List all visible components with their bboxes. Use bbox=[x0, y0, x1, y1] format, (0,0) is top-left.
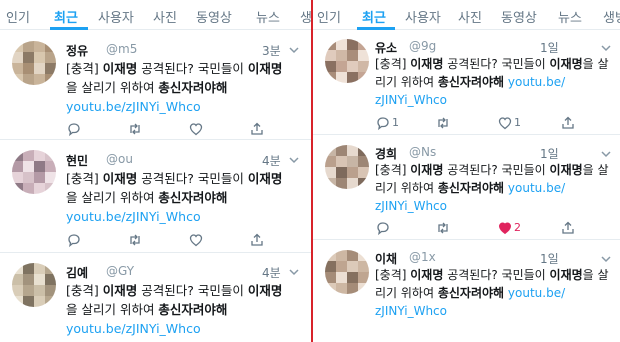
user-name[interactable]: 경희 bbox=[375, 145, 397, 162]
retweet-icon[interactable] bbox=[435, 115, 451, 131]
tweet-time: 4분 bbox=[262, 266, 281, 280]
tweet-actions bbox=[66, 121, 286, 137]
tweet-link-cont[interactable]: zJINYi_Whco bbox=[375, 199, 447, 213]
tab-photos[interactable]: 사진 bbox=[458, 7, 482, 26]
tweet-time: 4분 bbox=[262, 154, 281, 168]
tweet-actions: 2 bbox=[375, 220, 595, 236]
tab-latest[interactable]: 최근 bbox=[54, 7, 78, 26]
active-tab-indicator bbox=[50, 27, 88, 30]
tweet-link[interactable]: youtu.be/zJINYi_Whco bbox=[66, 321, 201, 336]
chevron-down-icon[interactable] bbox=[600, 254, 612, 264]
tab-people[interactable]: 사용자 bbox=[405, 7, 441, 26]
chevron-down-icon[interactable] bbox=[288, 155, 300, 165]
reply-icon[interactable] bbox=[375, 220, 391, 236]
avatar bbox=[12, 263, 56, 307]
tweet-time: 3분 bbox=[262, 44, 281, 58]
tweet-link-cont[interactable]: zJINYi_Whco bbox=[375, 304, 447, 318]
tab-popular[interactable]: 인기 bbox=[6, 7, 30, 26]
tab-popular[interactable]: 인기 bbox=[317, 7, 341, 26]
chevron-down-icon[interactable] bbox=[288, 45, 300, 55]
tweet[interactable]: 김예 @GY 4분 [충격] 이재명 공격된다? 국민들이 이재명 을 살리기 … bbox=[0, 253, 311, 342]
tab-videos[interactable]: 동영상 bbox=[501, 7, 537, 26]
active-tab-indicator bbox=[357, 27, 395, 30]
tab-latest[interactable]: 최근 bbox=[362, 7, 386, 26]
tweet-link-cont[interactable]: zJINYi_Whco bbox=[375, 93, 447, 107]
tweet-text: [충격] 이재명 공격된다? 국민들이 이재명을 살 리기 위하여 총신자려야해… bbox=[375, 163, 609, 213]
tweet-text: [충격] 이재명 공격된다? 국민들이 이재명을 살 리기 위하여 총신자려야해… bbox=[375, 268, 609, 318]
share-icon[interactable] bbox=[560, 220, 576, 236]
tweet-time: 1일 bbox=[540, 147, 559, 161]
tweet-text: [충격] 이재명 공격된다? 국민들이 이재명 을 살리기 위하여 총신자려야해… bbox=[66, 61, 283, 114]
tab-news[interactable]: 뉴스 bbox=[256, 7, 280, 26]
like-icon-active[interactable] bbox=[497, 220, 513, 236]
like-icon[interactable] bbox=[497, 115, 513, 131]
chevron-down-icon[interactable] bbox=[288, 267, 300, 277]
tweet[interactable]: 현민 @ou 4분 [충격] 이재명 공격된다? 국민들이 이재명 을 살리기 … bbox=[0, 140, 311, 253]
like-icon[interactable] bbox=[188, 121, 204, 137]
left-screenshot-panel: 인기 최근 사용자 사진 동영상 뉴스 생 정유 @m5 3분 [충격] 이재명… bbox=[0, 0, 311, 342]
user-name[interactable]: 김예 bbox=[66, 264, 88, 281]
avatar bbox=[12, 150, 56, 194]
avatar bbox=[12, 41, 56, 85]
tab-people[interactable]: 사용자 bbox=[98, 7, 134, 26]
share-icon[interactable] bbox=[249, 232, 265, 248]
tweet-actions bbox=[66, 232, 286, 248]
retweet-icon[interactable] bbox=[127, 232, 143, 248]
like-count: 1 bbox=[514, 116, 521, 129]
user-handle[interactable]: @ou bbox=[106, 152, 133, 166]
reply-count: 1 bbox=[392, 116, 399, 129]
reply-icon[interactable] bbox=[66, 121, 82, 137]
user-handle[interactable]: @9g bbox=[409, 39, 436, 53]
tweet[interactable]: 이채 @1x 1일 [충격] 이재명 공격된다? 국민들이 이재명을 살 리기 … bbox=[313, 240, 620, 342]
avatar bbox=[325, 145, 369, 189]
tweet-time: 1일 bbox=[540, 252, 559, 266]
tweet[interactable]: 경희 @Ns 1일 [충격] 이재명 공격된다? 국민들이 이재명을 살 리기 … bbox=[313, 135, 620, 240]
share-icon[interactable] bbox=[560, 115, 576, 131]
tweet-actions: 1 1 bbox=[375, 115, 595, 131]
tweet-time: 1일 bbox=[540, 41, 559, 55]
tweet-text: [충격] 이재명 공격된다? 국민들이 이재명 을 살리기 위하여 총신자려야해… bbox=[66, 171, 283, 224]
tweet[interactable]: 정유 @m5 3분 [충격] 이재명 공격된다? 국민들이 이재명 을 살리기 … bbox=[0, 31, 311, 140]
avatar bbox=[325, 250, 369, 294]
user-name[interactable]: 이채 bbox=[375, 250, 397, 267]
tab-news[interactable]: 뉴스 bbox=[558, 7, 582, 26]
tweet-link[interactable]: youtu.be/ bbox=[504, 75, 565, 89]
reply-icon[interactable] bbox=[375, 115, 391, 131]
tweet-link[interactable]: youtu.be/ bbox=[504, 286, 565, 300]
user-name[interactable]: 유소 bbox=[375, 39, 397, 56]
user-name[interactable]: 정유 bbox=[66, 42, 88, 59]
tab-videos[interactable]: 동영상 bbox=[196, 7, 232, 26]
tab-live[interactable]: 생 bbox=[300, 7, 311, 26]
tab-live[interactable]: 생방 bbox=[603, 7, 620, 26]
like-icon[interactable] bbox=[188, 232, 204, 248]
share-icon[interactable] bbox=[249, 121, 265, 137]
tab-photos[interactable]: 사진 bbox=[153, 7, 177, 26]
reply-icon[interactable] bbox=[66, 232, 82, 248]
search-tabs: 인기 최근 사용자 사진 동영상 뉴스 생 bbox=[0, 0, 311, 30]
like-count: 2 bbox=[514, 221, 521, 234]
user-handle[interactable]: @m5 bbox=[106, 42, 137, 56]
tweet-text: [충격] 이재명 공격된다? 국민들이 이재명 을 살리기 위하여 총신자려야해… bbox=[66, 283, 283, 336]
retweet-icon[interactable] bbox=[435, 220, 451, 236]
chevron-down-icon[interactable] bbox=[600, 43, 612, 53]
tweet-link[interactable]: youtu.be/zJINYi_Whco bbox=[66, 99, 201, 114]
tweet-link[interactable]: youtu.be/ bbox=[504, 181, 565, 195]
avatar bbox=[325, 39, 369, 83]
user-handle[interactable]: @GY bbox=[106, 264, 134, 278]
search-tabs: 인기 최근 사용자 사진 동영상 뉴스 생방 bbox=[313, 0, 620, 30]
tweet-text: [충격] 이재명 공격된다? 국민들이 이재명을 살 리기 위하여 총신자려야해… bbox=[375, 57, 609, 107]
user-handle[interactable]: @1x bbox=[409, 250, 436, 264]
tweet-link[interactable]: youtu.be/zJINYi_Whco bbox=[66, 209, 201, 224]
chevron-down-icon[interactable] bbox=[600, 149, 612, 159]
user-name[interactable]: 현민 bbox=[66, 152, 88, 169]
user-handle[interactable]: @Ns bbox=[409, 145, 436, 159]
tweet[interactable]: 유소 @9g 1일 [충격] 이재명 공격된다? 국민들이 이재명을 살 리기 … bbox=[313, 31, 620, 135]
retweet-icon[interactable] bbox=[127, 121, 143, 137]
right-screenshot-panel: 인기 최근 사용자 사진 동영상 뉴스 생방 유소 @9g 1일 [충격] 이재… bbox=[313, 0, 620, 342]
